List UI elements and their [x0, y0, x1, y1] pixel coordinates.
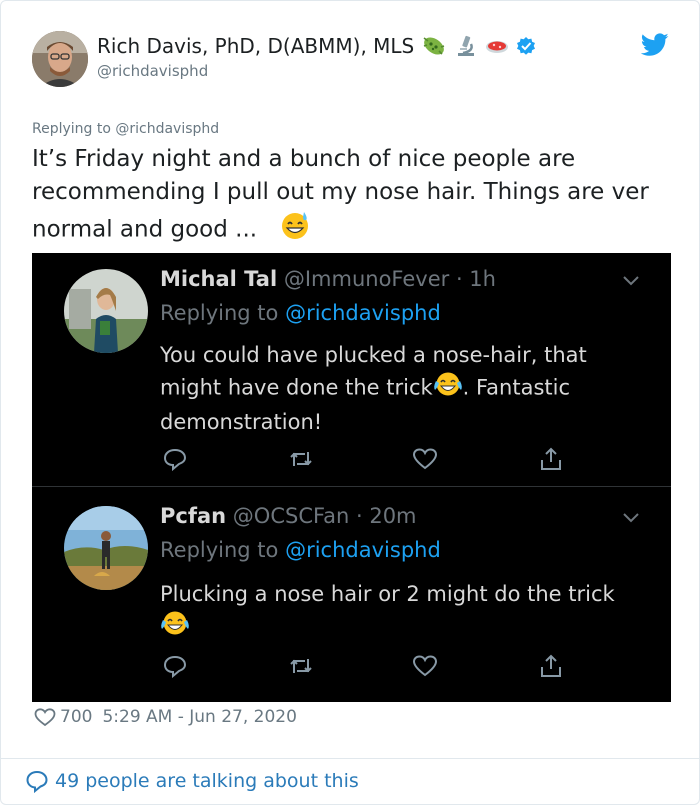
reply-actions	[160, 446, 580, 474]
chevron-down-icon	[623, 276, 639, 286]
microscope-icon	[458, 35, 475, 56]
author-name-line: Rich Davis, PhD, D(ABMM), MLS	[97, 34, 536, 58]
heart-icon	[412, 448, 438, 470]
heart-icon	[412, 655, 438, 677]
chevron-down-icon	[623, 513, 639, 523]
sweat-smile-emoji	[279, 209, 311, 251]
tears-of-joy-emoji	[160, 610, 190, 645]
reply-icon	[163, 655, 187, 679]
reply-name: Michal Tal	[160, 267, 278, 291]
embedded-reply: Michal Tal @ImmunoFever · 1h Replying to…	[32, 253, 671, 487]
reply-header: Pcfan @OCSCFan · 20m	[160, 504, 417, 528]
author-handle[interactable]: @richdavisphd	[97, 62, 208, 80]
verified-badge-icon	[517, 37, 536, 55]
like-count[interactable]: 700	[60, 707, 92, 727]
author-avatar[interactable]	[32, 31, 88, 87]
reply-replying-to: Replying to @richdavisphd	[160, 538, 441, 562]
reply-avatar	[64, 269, 148, 353]
tweet-card: Rich Davis, PhD, D(ABMM), MLS @richdavis…	[0, 0, 700, 805]
retweet-icon	[290, 659, 312, 673]
replying-handle: @richdavisphd	[285, 538, 441, 562]
reply-handle-time: @OCSCFan · 20m	[232, 504, 417, 528]
reply-text: Plucking a nose hair or 2 might do the t…	[160, 578, 650, 645]
share-icon	[541, 447, 561, 470]
reply-text: You could have plucked a nose-hair, that…	[160, 339, 650, 438]
tweet-text-body: It’s Friday night and a bunch of nice pe…	[32, 146, 649, 243]
speech-bubble-icon	[26, 770, 48, 793]
author-name[interactable]: Rich Davis, PhD, D(ABMM), MLS	[97, 34, 414, 58]
heart-icon[interactable]	[34, 707, 56, 727]
reply-actions	[160, 653, 580, 681]
petri-dish-icon	[486, 41, 509, 53]
reply-avatar	[64, 506, 148, 590]
divider	[1, 758, 700, 759]
microbe-icon	[423, 37, 445, 55]
timestamp[interactable]: 5:29 AM - Jun 27, 2020	[102, 707, 297, 727]
embedded-reply: Pcfan @OCSCFan · 20m Replying to @richda…	[32, 488, 671, 702]
share-icon	[541, 654, 561, 677]
reply-name: Pcfan	[160, 504, 227, 528]
tweet-text: It’s Friday night and a bunch of nice pe…	[32, 143, 672, 251]
retweet-icon	[290, 452, 312, 466]
replying-prefix: Replying to	[160, 301, 279, 325]
reply-icon	[163, 448, 187, 472]
reply-header: Michal Tal @ImmunoFever · 1h	[160, 267, 496, 291]
tweet-meta: 700 5:29 AM - Jun 27, 2020	[34, 707, 297, 727]
reply-handle-time: @ImmunoFever · 1h	[283, 267, 496, 291]
replying-prefix: Replying to	[160, 538, 279, 562]
tears-of-joy-emoji	[433, 371, 463, 406]
replying-to[interactable]: Replying to @richdavisphd	[32, 121, 219, 137]
conversation-link[interactable]: 49 people are talking about this	[25, 769, 359, 793]
conversation-text[interactable]: 49 people are talking about this	[55, 770, 359, 792]
reply-replying-to: Replying to @richdavisphd	[160, 301, 441, 325]
reply-text-part: Plucking a nose hair or 2 might do the t…	[160, 582, 615, 606]
replying-handle: @richdavisphd	[285, 301, 441, 325]
embedded-replies-image: Michal Tal @ImmunoFever · 1h Replying to…	[32, 253, 671, 702]
twitter-bird-icon[interactable]	[641, 33, 669, 57]
